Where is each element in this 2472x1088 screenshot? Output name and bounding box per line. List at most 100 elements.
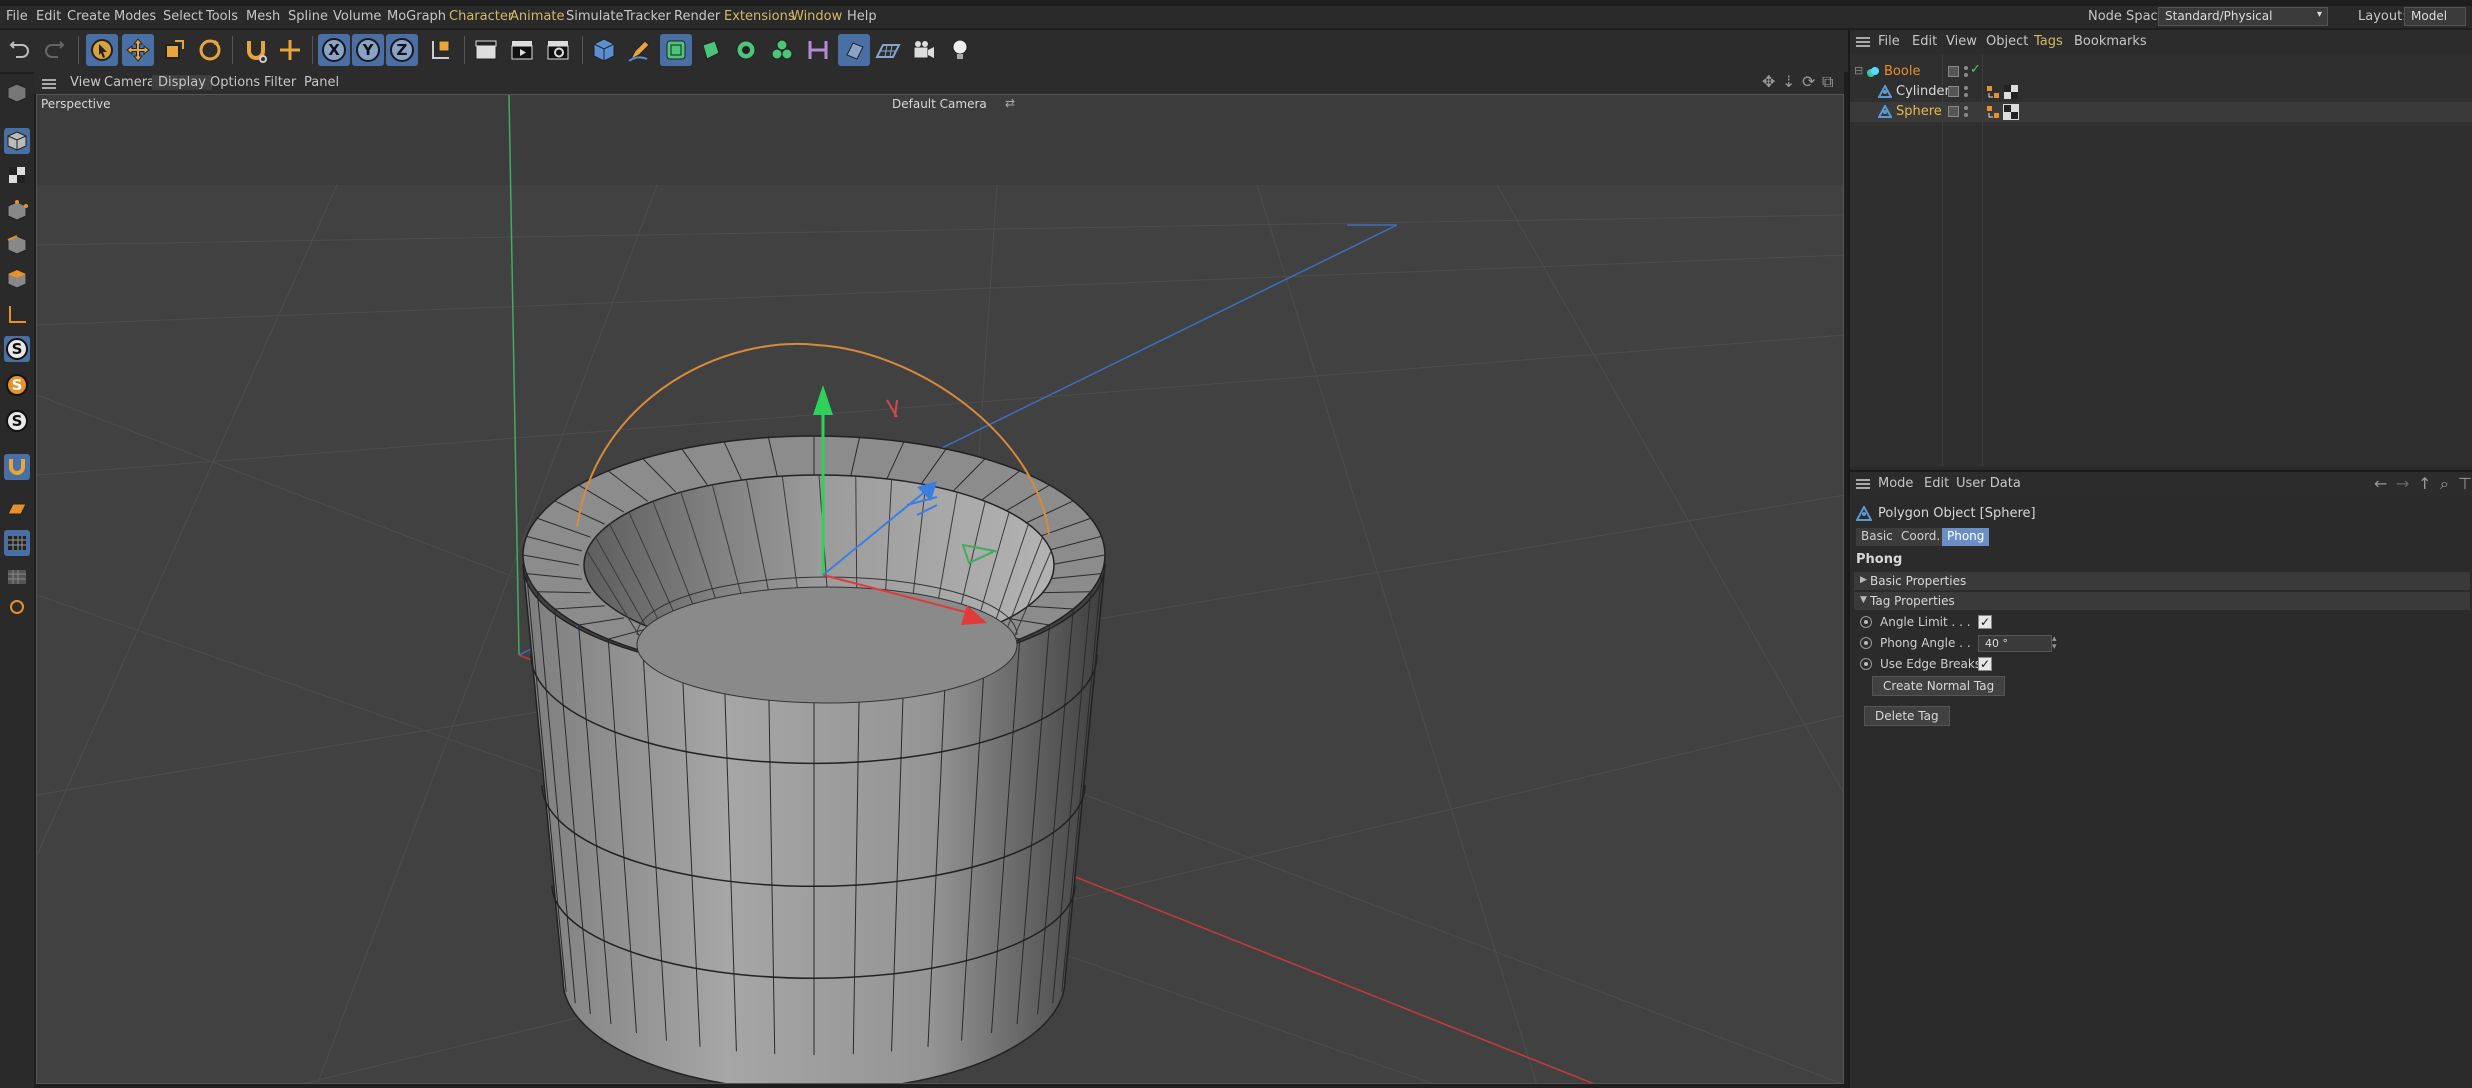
menu-mograph[interactable]: MoGraph [387,9,446,24]
menu-select[interactable]: Select [163,9,203,24]
phong-tag-icon[interactable] [2003,104,2019,120]
maximize-view-icon[interactable]: ⧉ [1822,72,1833,92]
back-arrow-icon[interactable]: ← [2374,474,2387,493]
search-icon[interactable]: ⌕ [2440,474,2449,494]
node-space-select[interactable]: Standard/Physical ▾ [2158,7,2328,26]
points-mode-button[interactable] [4,198,30,224]
deformer-button[interactable] [802,34,834,66]
animate-radio-icon[interactable] [1860,658,1872,670]
menu-tracker[interactable]: Tracker [624,9,671,24]
edges-mode-button[interactable] [4,232,30,258]
menu-create[interactable]: Create [67,9,110,24]
zoom-view-icon[interactable]: ⇣ [1782,72,1795,91]
viewport-menu-options[interactable]: Options [204,75,266,90]
grid-button[interactable] [4,530,30,556]
rotate-view-icon[interactable]: ⟳ [1802,72,1815,91]
menu-help[interactable]: Help [847,9,877,24]
mograph-button[interactable] [766,34,798,66]
menu-character[interactable]: Character [449,9,513,24]
viewport-menu-display[interactable]: Display [152,75,212,90]
cloner-button[interactable] [730,34,762,66]
create-normal-tag-button[interactable]: Create Normal Tag [1872,676,2006,696]
viewport-menu-panel[interactable]: Panel [298,75,345,90]
angle-limit-checkbox[interactable]: ✓ [1978,615,1992,629]
tab-coord[interactable]: Coord. [1896,528,1946,546]
group-basic-properties[interactable]: ▶ Basic Properties [1854,572,2470,590]
x-axis-button[interactable]: X [318,34,350,66]
delete-tag-button[interactable]: Delete Tag [1864,706,1950,726]
make-editable-button[interactable] [4,80,30,106]
texture-mode-button[interactable] [4,162,30,188]
object-manager-menu-icon[interactable] [1856,37,1870,47]
undo-button[interactable] [4,34,36,66]
attribute-manager-menu-icon[interactable] [1856,479,1870,489]
group-tag-properties[interactable]: ▼ Tag Properties [1854,592,2470,610]
menu-window[interactable]: Window [791,9,842,24]
camera-icon[interactable]: ⇄ [1005,96,1015,110]
menu-volume[interactable]: Volume [333,9,381,24]
visibility-dots[interactable] [1964,105,1968,118]
forward-arrow-icon[interactable]: → [2396,474,2409,493]
om-menu-object[interactable]: Object [1986,34,2028,49]
phong-angle-field[interactable]: 40 ° [1978,635,2052,652]
polygons-mode-button[interactable] [4,266,30,292]
floor-button[interactable] [872,34,904,66]
menu-spline[interactable]: Spline [288,9,328,24]
visibility-dots[interactable] [1964,85,1968,98]
om-menu-file[interactable]: File [1878,34,1900,49]
locked-workplane-button[interactable] [4,564,30,590]
menu-tools[interactable]: Tools [206,9,238,24]
add-button[interactable] [274,34,306,66]
tweak-button[interactable] [4,594,30,620]
snap-button[interactable] [240,34,272,66]
model-mode-button[interactable] [4,128,30,154]
object-row-boole[interactable]: ⊟ Boole ✓ [1850,62,2472,82]
menu-extensions[interactable]: Extensions [724,9,795,24]
enabled-check-icon[interactable]: ✓ [1970,62,1981,77]
collapse-icon[interactable]: ⊟ [1854,64,1863,77]
viewport-menu-filter[interactable]: Filter [258,75,302,90]
up-arrow-icon[interactable]: ↑ [2418,474,2431,493]
uvw-tag-icon[interactable] [1986,105,2000,119]
edge-breaks-checkbox[interactable]: ✓ [1978,657,1992,671]
menu-animate[interactable]: Animate [510,9,564,24]
extrude-button[interactable] [694,34,726,66]
move-button[interactable] [122,34,154,66]
tab-basic[interactable]: Basic [1856,528,1898,546]
am-menu-user-data[interactable]: User Data [1956,476,2021,491]
phong-tag-icon[interactable] [2004,85,2018,99]
visibility-dots[interactable] [1964,65,1968,78]
am-menu-edit[interactable]: Edit [1924,476,1949,491]
light-button[interactable] [944,34,976,66]
rotate-button[interactable] [194,34,226,66]
layer-flag[interactable] [1948,106,1959,117]
filter-icon[interactable]: ⊤ [2458,474,2472,493]
render-view-button[interactable] [470,34,502,66]
cube-button[interactable] [588,34,620,66]
solo-button[interactable]: S [4,336,30,362]
solo-hierarchy-button[interactable]: S [4,408,30,434]
camera-name-label[interactable]: Default Camera [892,97,987,111]
3d-viewport[interactable]: Perspective Default Camera ⇄ [36,94,1844,1084]
object-row-cylinder[interactable]: Cylinder [1850,82,2472,102]
render-picture-viewer-button[interactable] [506,34,538,66]
object-row-sphere[interactable]: Sphere [1850,102,2472,122]
menu-simulate[interactable]: Simulate [566,9,623,24]
layer-flag[interactable] [1948,86,1959,97]
om-menu-view[interactable]: View [1946,34,1977,49]
am-menu-mode[interactable]: Mode [1878,476,1913,491]
layer-flag[interactable] [1948,66,1959,77]
om-menu-tags[interactable]: Tags [2034,34,2063,49]
axis-mode-button[interactable] [4,302,30,328]
z-axis-button[interactable]: Z [386,34,418,66]
tab-phong[interactable]: Phong [1942,528,1990,546]
menu-edit[interactable]: Edit [36,9,61,24]
live-selection-button[interactable] [86,34,118,66]
y-axis-button[interactable]: Y [352,34,384,66]
menu-modes[interactable]: Modes [114,9,156,24]
solo-single-button[interactable]: S [4,372,30,398]
workplane-button[interactable] [4,496,30,522]
snapping-button[interactable] [4,454,30,480]
menu-mesh[interactable]: Mesh [246,9,280,24]
subdivision-button[interactable] [660,34,692,66]
